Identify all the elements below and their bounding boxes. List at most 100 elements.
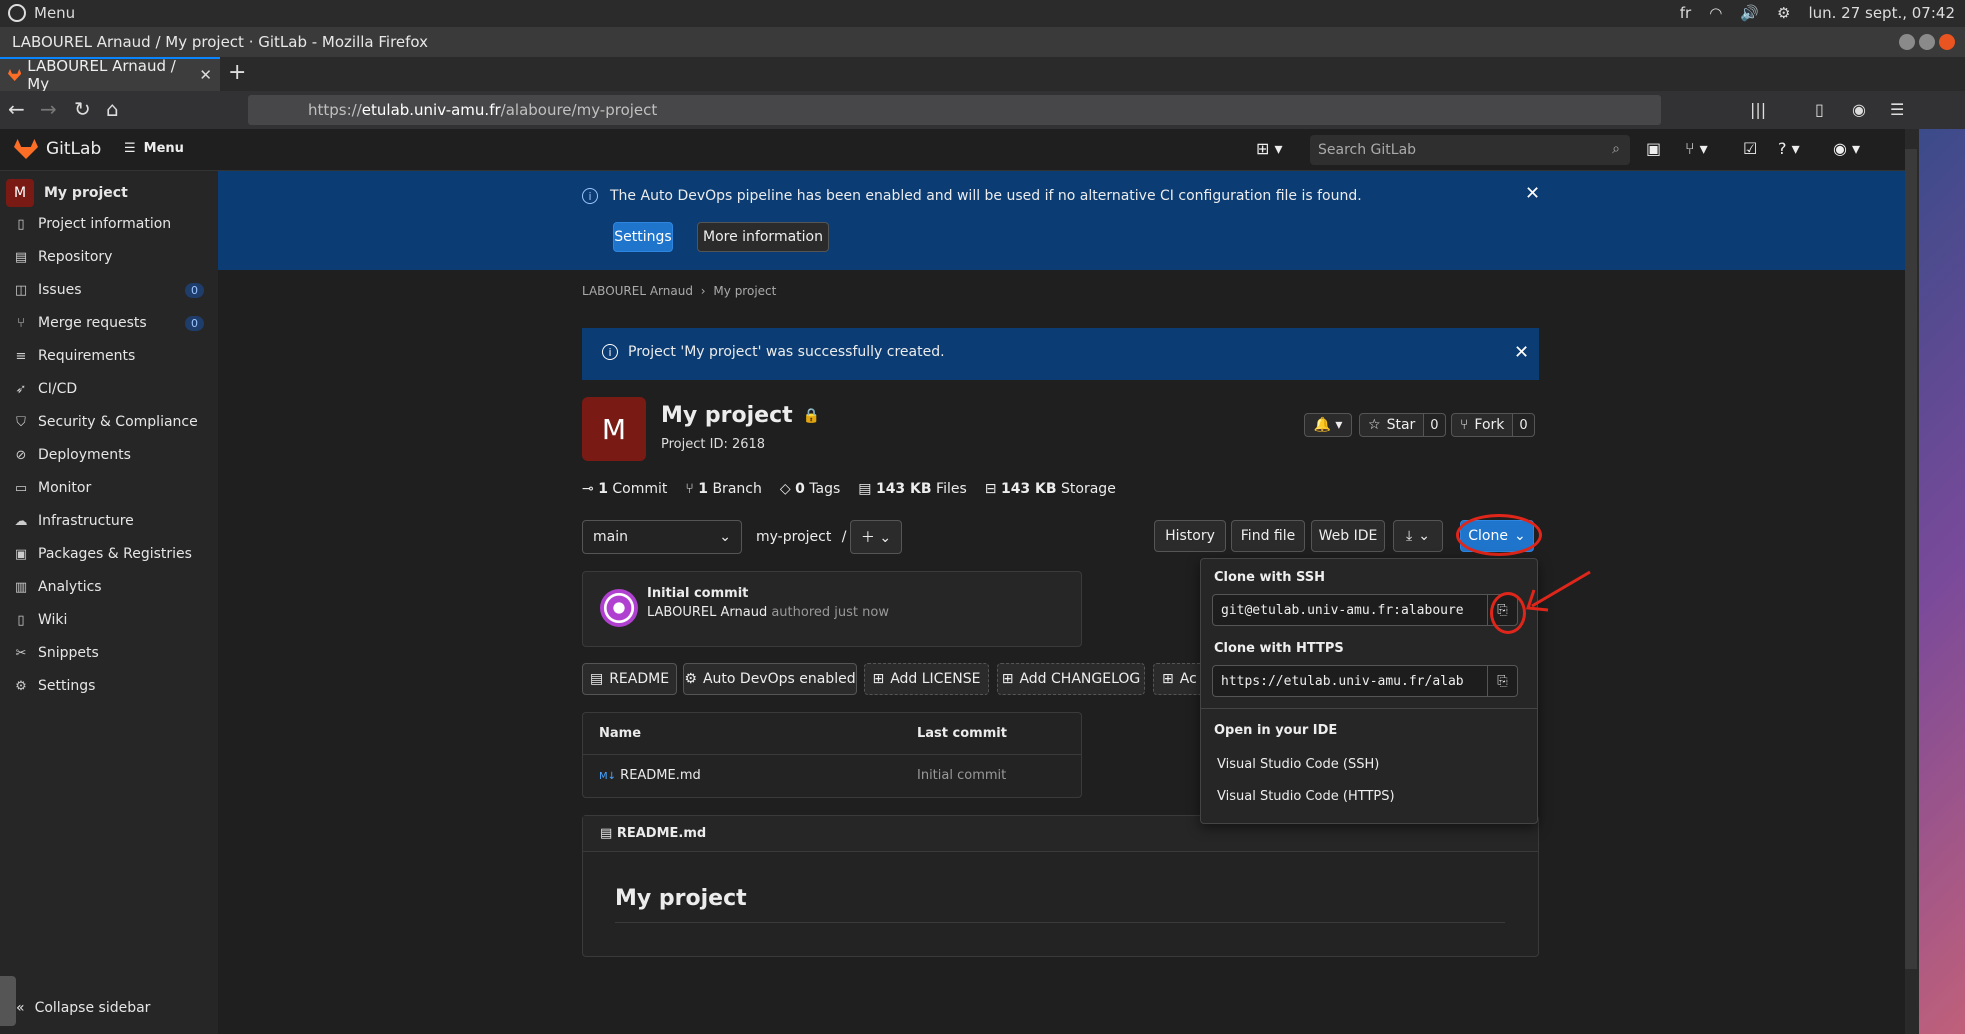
vscode-https-item[interactable]: Visual Studio Code (HTTPS) [1217, 789, 1395, 804]
settings-icon[interactable]: ⚙ [1777, 4, 1790, 22]
storage-stat[interactable]: ⊟ 143 KB Storage [985, 481, 1116, 497]
add-license-button[interactable]: ⊞ Add LICENSE [864, 663, 989, 695]
close-alert-icon[interactable]: ✕ [1514, 342, 1529, 363]
home-button[interactable]: ⌂ [106, 97, 119, 121]
add-file-dropdown[interactable]: ＋ ⌄ [850, 520, 902, 554]
user-avatar-icon[interactable]: ◉ ▾ [1833, 139, 1860, 158]
web-ide-button[interactable]: Web IDE [1311, 520, 1385, 552]
wifi-icon[interactable]: ◠ [1709, 4, 1722, 22]
add-changelog-button[interactable]: ⊞ Add CHANGELOG [997, 663, 1145, 695]
back-button[interactable]: ← [8, 97, 25, 121]
commit-title[interactable]: Initial commit [647, 586, 748, 601]
row-last-commit[interactable]: Initial commit [917, 768, 1006, 783]
branch-stat[interactable]: ⑂ 1 Branch [685, 481, 761, 497]
fork-button[interactable]: ⑂ Fork [1451, 413, 1514, 437]
star-count[interactable]: 0 [1424, 413, 1446, 437]
clock[interactable]: lun. 27 sept., 07:42 [1808, 4, 1955, 22]
sidebar-icon[interactable]: ▯ [1815, 100, 1824, 119]
https-url[interactable]: https://etulab.univ-amu.fr/alab [1213, 666, 1487, 696]
new-item-icon[interactable]: ⊞ ▾ [1256, 139, 1283, 158]
close-window-button[interactable] [1939, 34, 1955, 50]
new-tab-button[interactable]: + [228, 60, 246, 85]
notification-dropdown[interactable]: 🔔 ▾ [1304, 413, 1352, 437]
tab-bar: LABOUREL Arnaud / My ✕ + [0, 57, 1965, 93]
commit-author[interactable]: LABOUREL Arnaud [647, 605, 767, 620]
sidebar-item-label: Merge requests [38, 315, 147, 331]
help-icon[interactable]: ? ▾ [1778, 139, 1800, 158]
close-tab-icon[interactable]: ✕ [199, 66, 212, 84]
sidebar-item[interactable]: ▯ Project information [14, 216, 204, 232]
table-row[interactable]: M↓ README.md [599, 768, 701, 783]
keyboard-layout[interactable]: fr [1680, 4, 1691, 22]
sidebar-item[interactable]: ▯ Wiki [14, 612, 204, 628]
collapse-sidebar-button[interactable]: « Collapse sidebar [16, 1000, 150, 1016]
scrollbar[interactable] [1905, 149, 1917, 969]
tags-stat[interactable]: ◇ 0 Tags [780, 481, 840, 497]
sidebar-item[interactable]: ▤ Repository [14, 249, 204, 265]
branch-selector[interactable]: main ⌄ [582, 520, 742, 554]
copy-https-button[interactable]: ⎘ [1487, 666, 1517, 696]
sidebar-item[interactable]: ⑂ Merge requests 0 [14, 315, 204, 331]
fork-count[interactable]: 0 [1513, 413, 1535, 437]
https-url-field[interactable]: https://etulab.univ-amu.fr/alab ⎘ [1212, 665, 1518, 697]
search-input[interactable]: Search GitLab ⌕ [1310, 135, 1630, 165]
sidebar-project-header[interactable]: M My project [6, 179, 128, 207]
find-file-button[interactable]: Find file [1231, 520, 1305, 552]
sidebar-item[interactable]: ≡ Requirements [14, 348, 204, 364]
more-information-button[interactable]: More information [697, 222, 829, 252]
files-stat[interactable]: ▤ 143 KB Files [858, 481, 967, 497]
ssh-url[interactable]: git@etulab.univ-amu.fr:alaboure [1213, 595, 1487, 625]
sidebar-item[interactable]: ▣ Packages & Registries [14, 546, 204, 562]
url-bar[interactable]: https:// etulab.univ-amu.fr /alaboure/my… [248, 95, 1661, 125]
monitor-icon: ▭ [14, 480, 28, 496]
library-icon[interactable]: ||| [1750, 100, 1766, 119]
banner-settings-button[interactable]: Settings [613, 222, 673, 252]
maximize-button[interactable] [1919, 34, 1935, 50]
success-message: Project 'My project' was successfully cr… [628, 344, 945, 360]
gitlab-menu-button[interactable]: ☰ Menu [124, 141, 184, 156]
star-button-group[interactable]: ☆ Star 0 [1359, 413, 1446, 437]
sidebar-item[interactable]: ⛉ Security & Compliance [14, 414, 204, 430]
sidebar-item[interactable]: ◫ Issues 0 [14, 282, 204, 298]
download-dropdown[interactable]: ⤓ ⌄ [1393, 520, 1443, 552]
account-icon[interactable]: ◉ [1852, 100, 1866, 119]
rocket-icon: ➶ [15, 381, 27, 397]
path-root[interactable]: my-project [756, 529, 831, 545]
add-more-button[interactable]: ⊞ Ac [1153, 663, 1205, 695]
lock-icon: 🔒 [802, 407, 821, 424]
sidebar-item[interactable]: ✂ Snippets [14, 645, 204, 661]
sidebar-item[interactable]: ⊘ Deployments [14, 447, 204, 463]
history-button[interactable]: History [1154, 520, 1226, 552]
readme-button[interactable]: ▤ README [582, 663, 677, 695]
volume-icon[interactable]: 🔊 [1740, 4, 1759, 22]
star-button[interactable]: ☆ Star [1359, 413, 1425, 437]
fork-button-group[interactable]: ⑂ Fork 0 [1451, 413, 1535, 437]
gitlab-logo[interactable]: GitLab [14, 139, 101, 159]
issues-header-icon[interactable]: ▣ [1646, 139, 1661, 158]
row-file-name[interactable]: README.md [620, 768, 701, 783]
todos-icon[interactable]: ☑ [1743, 139, 1757, 158]
sidebar-item[interactable]: ▥ Analytics [14, 579, 204, 595]
sidebar-item[interactable]: ➶ CI/CD [14, 381, 204, 397]
reload-button[interactable]: ↻ [74, 97, 91, 121]
breadcrumb-project[interactable]: My project [713, 284, 776, 298]
sidebar-item[interactable]: ⚙ Settings [14, 678, 204, 694]
sidebar-item[interactable]: ▭ Monitor [14, 480, 204, 496]
commits-stat[interactable]: ⊸ 1 Commit [582, 481, 667, 497]
minimize-button[interactable] [1899, 34, 1915, 50]
browser-tab[interactable]: LABOUREL Arnaud / My ✕ [0, 57, 220, 93]
merge-requests-header-icon[interactable]: ⑂ ▾ [1685, 139, 1708, 158]
close-banner-icon[interactable]: ✕ [1525, 183, 1540, 204]
os-menu[interactable]: Menu [8, 4, 75, 22]
sidebar-item[interactable]: ☁ Infrastructure [14, 513, 204, 529]
markdown-icon: M↓ [599, 771, 617, 782]
auto-devops-button[interactable]: ⚙ Auto DevOps enabled [683, 663, 857, 695]
breadcrumb-owner[interactable]: LABOUREL Arnaud [582, 284, 693, 298]
ssh-url-field[interactable]: git@etulab.univ-amu.fr:alaboure ⎘ [1212, 594, 1518, 626]
sidebar-item-label: Packages & Registries [38, 546, 192, 562]
hamburger-menu-icon[interactable]: ☰ [1890, 100, 1904, 119]
sidebar-grip[interactable] [0, 976, 16, 1026]
sidebar-item-label: Deployments [38, 447, 131, 463]
forward-button[interactable]: → [40, 97, 57, 121]
vscode-ssh-item[interactable]: Visual Studio Code (SSH) [1217, 757, 1379, 772]
